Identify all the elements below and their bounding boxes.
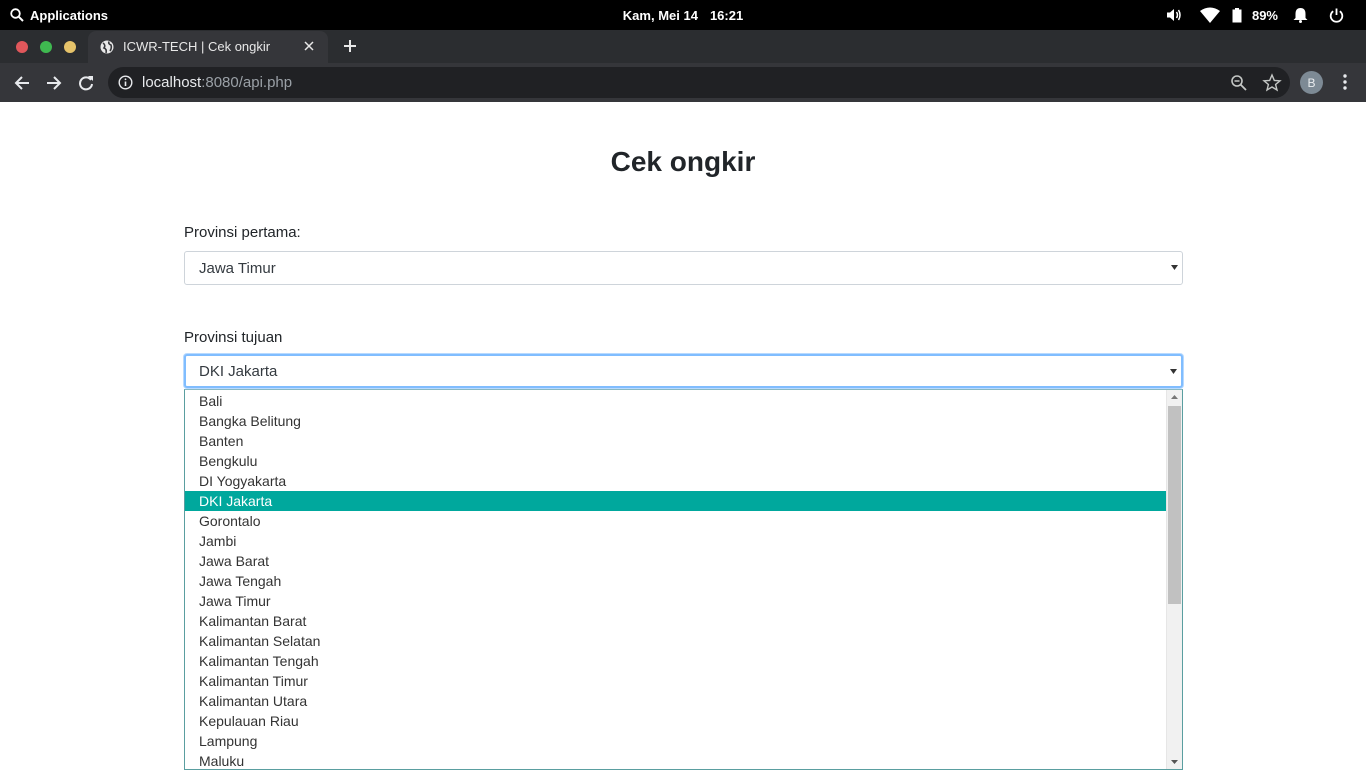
dropdown-option[interactable]: Bangka Belitung — [185, 411, 1167, 431]
battery-indicator[interactable]: 89% — [1228, 0, 1282, 30]
scroll-up-icon[interactable] — [1167, 390, 1182, 404]
dropdown-option[interactable]: Jawa Tengah — [185, 571, 1167, 591]
profile-avatar[interactable]: B — [1300, 71, 1323, 94]
battery-icon — [1232, 7, 1242, 22]
dropdown-scrollbar[interactable] — [1166, 390, 1182, 769]
dropdown-option[interactable]: Kalimantan Barat — [185, 611, 1167, 631]
forward-icon[interactable] — [41, 70, 67, 96]
dropdown-option[interactable]: Kalimantan Selatan — [185, 631, 1167, 651]
scrollbar-thumb[interactable] — [1168, 406, 1181, 604]
destination-province-value: DKI Jakarta — [199, 363, 278, 380]
dropdown-option[interactable]: Kalimantan Utara — [185, 691, 1167, 711]
system-top-bar: Applications Kam, Mei 14 16:21 89% — [0, 0, 1366, 30]
browser-tab-strip: ICWR-TECH | Cek ongkir — [0, 30, 1366, 63]
zoom-icon[interactable] — [1230, 74, 1248, 92]
bell-icon[interactable] — [1282, 0, 1318, 30]
url-text: localhost:8080/api.php — [142, 74, 292, 91]
dropdown-option[interactable]: Kepulauan Riau — [185, 711, 1167, 731]
address-bar[interactable]: localhost:8080/api.php — [108, 67, 1290, 98]
scroll-down-icon[interactable] — [1167, 755, 1182, 769]
menu-dots-icon[interactable] — [1336, 71, 1354, 93]
globe-icon — [100, 40, 114, 54]
applications-label: Applications — [30, 7, 109, 23]
dropdown-option[interactable]: DKI Jakarta — [185, 491, 1167, 511]
dropdown-option[interactable]: Lampung — [185, 731, 1167, 751]
page-title: Cek ongkir — [610, 146, 756, 177]
dropdown-option[interactable]: Maluku — [185, 751, 1167, 769]
destination-label: Provinsi tujuan — [184, 329, 283, 346]
chevron-down-icon — [1169, 367, 1177, 375]
close-icon[interactable] — [300, 37, 318, 55]
plus-icon[interactable] — [340, 36, 360, 56]
dropdown-option[interactable]: Banten — [185, 431, 1167, 451]
destination-province-select[interactable]: DKI Jakarta — [184, 354, 1183, 388]
dropdown-option[interactable]: Bengkulu — [185, 451, 1167, 471]
dropdown-option[interactable]: Kalimantan Tengah — [185, 651, 1167, 671]
chevron-down-icon — [1170, 263, 1178, 271]
window-minimize-dot[interactable] — [64, 41, 76, 53]
dropdown-option[interactable]: DI Yogyakarta — [185, 471, 1167, 491]
browser-toolbar: localhost:8080/api.php B — [0, 63, 1366, 102]
search-icon — [10, 8, 24, 22]
volume-icon[interactable] — [1156, 0, 1192, 30]
system-tray: 89% — [1156, 0, 1354, 30]
dropdown-option[interactable]: Bali — [185, 391, 1167, 411]
dropdown-option[interactable]: Jawa Barat — [185, 551, 1167, 571]
reload-icon[interactable] — [73, 70, 99, 96]
star-icon[interactable] — [1262, 73, 1282, 93]
dropdown-option[interactable]: Gorontalo — [185, 511, 1167, 531]
window-close-dot[interactable] — [16, 41, 28, 53]
tab-title: ICWR-TECH | Cek ongkir — [123, 39, 271, 54]
dropdown-option[interactable]: Jambi — [185, 531, 1167, 551]
back-icon[interactable] — [9, 70, 35, 96]
browser-tab[interactable]: ICWR-TECH | Cek ongkir — [88, 31, 328, 63]
date-label[interactable]: Kam, Mei 14 — [623, 8, 698, 23]
wifi-icon[interactable] — [1192, 0, 1228, 30]
origin-province-select[interactable]: Jawa Timur — [184, 251, 1183, 285]
battery-percent: 89% — [1251, 7, 1278, 23]
url-host: localhost — [142, 74, 202, 91]
dropdown-option[interactable]: Kalimantan Timur — [185, 671, 1167, 691]
window-maximize-dot[interactable] — [40, 41, 52, 53]
url-path: :8080/api.php — [201, 74, 293, 91]
time-label[interactable]: 16:21 — [710, 8, 743, 23]
dropdown-option[interactable]: Jawa Timur — [185, 591, 1167, 611]
applications-menu[interactable]: Applications — [10, 0, 108, 30]
origin-label: Provinsi pertama: — [184, 224, 301, 241]
page-content: Cek ongkir Provinsi pertama: Jawa Timur … — [0, 102, 1366, 770]
origin-province-value: Jawa Timur — [199, 260, 276, 277]
province-dropdown-list[interactable]: Bali Bangka Belitung Banten Bengkulu DI Yogy… — [184, 389, 1183, 770]
info-icon[interactable] — [118, 75, 133, 90]
power-icon[interactable] — [1318, 0, 1354, 30]
